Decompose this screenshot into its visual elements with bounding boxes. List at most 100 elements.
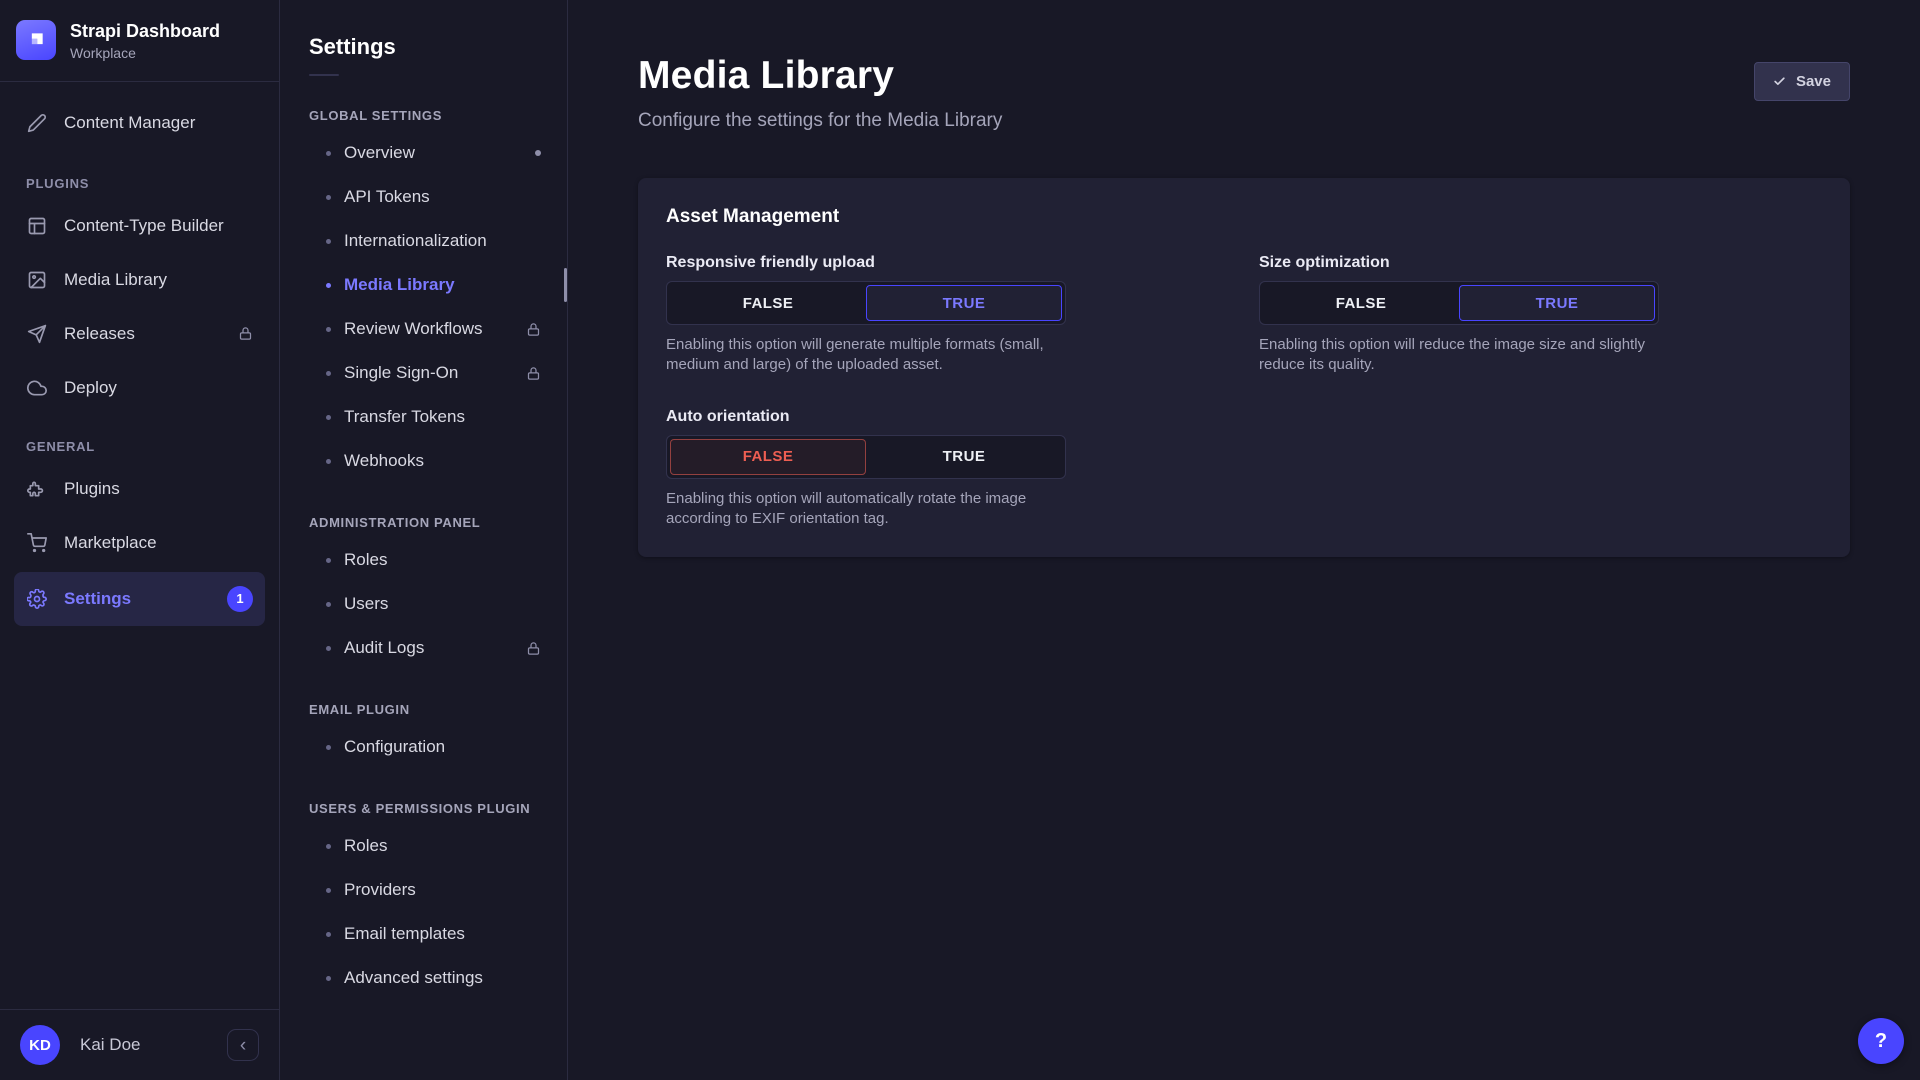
subnav-section-users-permissions-plugin: USERS & PERMISSIONS PLUGIN bbox=[280, 801, 567, 816]
paper-plane-icon bbox=[26, 323, 48, 345]
puzzle-icon bbox=[26, 478, 48, 500]
subnav-item-webhooks[interactable]: Webhooks bbox=[280, 439, 567, 483]
gear-icon bbox=[26, 588, 48, 610]
subnav-item-overview[interactable]: Overview bbox=[280, 131, 567, 175]
field-label: Auto orientation bbox=[666, 408, 1229, 426]
responsive-friendly-upload-toggle: FALSE TRUE bbox=[666, 281, 1066, 325]
subnav-item-internationalization[interactable]: Internationalization bbox=[280, 219, 567, 263]
main-sidebar: Strapi Dashboard Workplace Content Manag… bbox=[0, 0, 280, 1080]
subnav-item-label: Internationalization bbox=[344, 231, 487, 251]
user-menu[interactable]: KD Kai Doe bbox=[20, 1025, 140, 1065]
sidebar-item-marketplace[interactable]: Marketplace bbox=[14, 518, 265, 568]
subnav-item-configuration[interactable]: Configuration bbox=[280, 725, 567, 769]
brand-subtitle: Workplace bbox=[70, 45, 220, 61]
subnav-item-single-sign-on[interactable]: Single Sign-On bbox=[280, 351, 567, 395]
sidebar-item-settings[interactable]: Settings 1 bbox=[14, 572, 265, 626]
workspace-switcher[interactable]: Strapi Dashboard Workplace bbox=[0, 0, 279, 82]
collapse-sidebar-button[interactable]: ‹ bbox=[227, 1029, 259, 1061]
sidebar-item-content-type-builder[interactable]: Content-Type Builder bbox=[14, 201, 265, 251]
subnav-section-global-settings: GLOBAL SETTINGS bbox=[280, 108, 567, 123]
sidebar-section-plugins: PLUGINS bbox=[26, 176, 253, 191]
settings-notification-badge: 1 bbox=[227, 586, 253, 612]
settings-nav-title: Settings bbox=[280, 34, 567, 60]
subnav-section-email-plugin: EMAIL PLUGIN bbox=[280, 702, 567, 717]
bullet-icon bbox=[326, 283, 331, 288]
subnav-item-providers[interactable]: Providers bbox=[280, 868, 567, 912]
subnav-item-admin-roles[interactable]: Roles bbox=[280, 538, 567, 582]
subnav-item-advanced-settings[interactable]: Advanced settings bbox=[280, 956, 567, 1000]
avatar: KD bbox=[20, 1025, 60, 1065]
bullet-icon bbox=[326, 151, 331, 156]
lock-icon bbox=[526, 366, 541, 381]
subnav-item-label: Roles bbox=[344, 836, 387, 856]
pencil-icon bbox=[26, 112, 48, 134]
asset-management-card: Asset Management Responsive friendly upl… bbox=[638, 178, 1850, 557]
subnav-item-label: Overview bbox=[344, 143, 415, 163]
subnav-item-label: Providers bbox=[344, 880, 416, 900]
save-button[interactable]: Save bbox=[1754, 62, 1850, 101]
cart-icon bbox=[26, 532, 48, 554]
subnav-item-transfer-tokens[interactable]: Transfer Tokens bbox=[280, 395, 567, 439]
field-label: Size optimization bbox=[1259, 254, 1822, 272]
bullet-icon bbox=[326, 195, 331, 200]
subnav-item-label: Media Library bbox=[344, 275, 455, 295]
field-description: Enabling this option will reduce the ima… bbox=[1259, 335, 1679, 376]
auto-orientation-toggle: FALSE TRUE bbox=[666, 435, 1066, 479]
sidebar-item-label: Content Manager bbox=[64, 113, 195, 133]
subnav-item-api-tokens[interactable]: API Tokens bbox=[280, 175, 567, 219]
subnav-item-audit-logs[interactable]: Audit Logs bbox=[280, 626, 567, 670]
bullet-icon bbox=[326, 602, 331, 607]
sidebar-item-deploy[interactable]: Deploy bbox=[14, 363, 265, 413]
subnav-item-label: Configuration bbox=[344, 737, 445, 757]
subnav-item-label: Email templates bbox=[344, 924, 465, 944]
bullet-icon bbox=[326, 459, 331, 464]
page-header: Media Library Configure the settings for… bbox=[638, 54, 1850, 132]
subnav-item-review-workflows[interactable]: Review Workflows bbox=[280, 307, 567, 351]
field-label: Responsive friendly upload bbox=[666, 254, 1229, 272]
toggle-option-false[interactable]: FALSE bbox=[670, 285, 866, 321]
sidebar-item-label: Settings bbox=[64, 589, 131, 609]
main-content: Media Library Configure the settings for… bbox=[568, 0, 1920, 1080]
sidebar-item-plugins[interactable]: Plugins bbox=[14, 464, 265, 514]
size-optimization-toggle: FALSE TRUE bbox=[1259, 281, 1659, 325]
sidebar-item-releases[interactable]: Releases bbox=[14, 309, 265, 359]
toggle-option-true[interactable]: TRUE bbox=[1459, 285, 1655, 321]
subnav-item-media-library[interactable]: Media Library bbox=[280, 263, 567, 307]
chevron-left-icon: ‹ bbox=[240, 1036, 246, 1055]
toggle-option-false[interactable]: FALSE bbox=[1263, 285, 1459, 321]
page-title: Media Library bbox=[638, 54, 1002, 98]
sidebar-item-media-library[interactable]: Media Library bbox=[14, 255, 265, 305]
card-title: Asset Management bbox=[666, 206, 1822, 228]
field-size-optimization: Size optimization FALSE TRUE Enabling th… bbox=[1259, 254, 1822, 376]
subnav-item-label: Audit Logs bbox=[344, 638, 424, 658]
subnav-item-email-templates[interactable]: Email templates bbox=[280, 912, 567, 956]
help-button[interactable]: ? bbox=[1858, 1018, 1904, 1064]
toggle-option-true[interactable]: TRUE bbox=[866, 285, 1062, 321]
subnav-item-users[interactable]: Users bbox=[280, 582, 567, 626]
cloud-icon bbox=[26, 377, 48, 399]
toggle-option-false[interactable]: FALSE bbox=[670, 439, 866, 475]
bullet-icon bbox=[326, 932, 331, 937]
sidebar-item-label: Releases bbox=[64, 324, 135, 344]
subnav-item-label: Advanced settings bbox=[344, 968, 483, 988]
sidebar-section-general: GENERAL bbox=[26, 439, 253, 454]
subnav-item-up-roles[interactable]: Roles bbox=[280, 824, 567, 868]
toggle-option-true[interactable]: TRUE bbox=[866, 439, 1062, 475]
save-label: Save bbox=[1796, 73, 1831, 90]
layout-icon bbox=[26, 215, 48, 237]
bullet-icon bbox=[326, 239, 331, 244]
page-heading-block: Media Library Configure the settings for… bbox=[638, 54, 1002, 132]
sidebar-item-content-manager[interactable]: Content Manager bbox=[14, 98, 265, 148]
sidebar-item-label: Media Library bbox=[64, 270, 167, 290]
subnav-item-label: Webhooks bbox=[344, 451, 424, 471]
bullet-icon bbox=[326, 844, 331, 849]
lock-icon bbox=[526, 322, 541, 337]
title-divider bbox=[309, 74, 339, 76]
user-name: Kai Doe bbox=[80, 1035, 140, 1055]
bullet-icon bbox=[326, 976, 331, 981]
question-mark-icon: ? bbox=[1875, 1030, 1887, 1053]
sidebar-item-label: Marketplace bbox=[64, 533, 157, 553]
sidebar-item-label: Content-Type Builder bbox=[64, 216, 224, 236]
lock-icon bbox=[238, 326, 253, 341]
subnav-item-label: Roles bbox=[344, 550, 387, 570]
